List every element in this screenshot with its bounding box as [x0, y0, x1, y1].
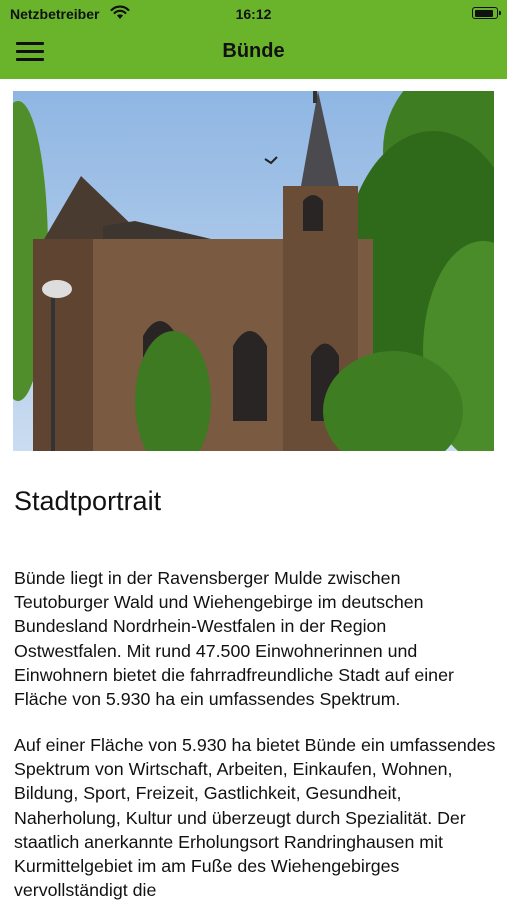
body-paragraph: Auf einer Fläche von 5.930 ha bietet Bün…: [14, 735, 496, 901]
battery-icon: [472, 7, 501, 19]
clock: 16:12: [235, 6, 272, 22]
battery-fill: [474, 9, 493, 17]
hero-image: [13, 91, 494, 451]
body-paragraph: Bünde liegt in der Ravensberger Mulde zw…: [14, 568, 454, 710]
status-bar: Netzbetreiber 16:12: [0, 0, 507, 28]
page-title: Bünde: [222, 40, 285, 62]
church-photo: [13, 91, 494, 451]
section-title: Stadtportrait: [14, 486, 162, 516]
